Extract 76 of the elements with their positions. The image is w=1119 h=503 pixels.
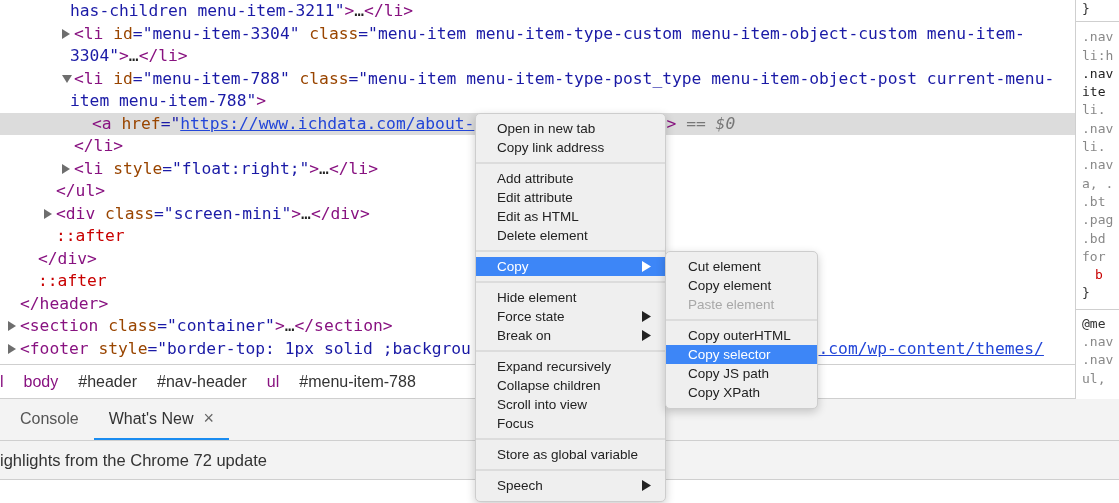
menu-item[interactable]: Copy selector	[666, 345, 817, 364]
style-rule-text: .nav	[1082, 119, 1115, 138]
triangle-right-icon[interactable]	[62, 163, 70, 174]
link[interactable]: https://www.ichdata.com/about-	[180, 113, 475, 133]
style-rule-text: .pag	[1082, 211, 1115, 230]
dom-node-line[interactable]: </ul>	[56, 180, 105, 203]
menu-item[interactable]: Add attribute	[476, 169, 665, 188]
style-rule-text: .nav	[1082, 64, 1115, 83]
menu-item[interactable]: Force state	[476, 307, 665, 326]
menu-item[interactable]: Edit as HTML	[476, 207, 665, 226]
dom-node-line[interactable]: <li id="menu-item-3304" class="menu-item menu-item-type-custom menu-item-object-custom menu-item-	[74, 22, 1025, 45]
style-rule-text: ul,	[1082, 369, 1107, 388]
menu-item[interactable]: Hide element	[476, 288, 665, 307]
dom-node-line[interactable]: 3304">…</li>	[70, 45, 188, 68]
menu-item[interactable]: Collapse children	[476, 376, 665, 395]
dom-node-line[interactable]: <section class="container">…</section>	[20, 315, 393, 338]
triangle-right-icon[interactable]	[44, 208, 52, 219]
dom-node-line[interactable]: <div class="screen-mini">…</div>	[56, 202, 370, 225]
menu-item[interactable]: Copy outerHTML	[666, 326, 817, 345]
dom-node-line[interactable]: <footer style="border-top: 1px solid ;backgrou	[20, 337, 471, 360]
menu-item[interactable]: Delete element	[476, 226, 665, 245]
style-rule-text: .bt	[1082, 192, 1107, 211]
menu-item[interactable]: Open in new tab	[476, 119, 665, 138]
style-rule-text: }	[1082, 284, 1091, 303]
menu-item[interactable]: Break on	[476, 326, 665, 345]
triangle-right-icon[interactable]	[62, 28, 70, 39]
style-rule-text: .nav	[1082, 28, 1115, 47]
dom-node-line[interactable]: <a href="https://www.ichdata.com/about-	[92, 112, 475, 135]
drawer-heading: ighlights from the Chrome 72 update	[0, 450, 267, 470]
style-rule-text: li:h	[1082, 46, 1115, 65]
style-rule-text: .nav	[1082, 351, 1115, 370]
close-icon[interactable]: ×	[203, 408, 215, 429]
style-rule-text: @me	[1082, 314, 1107, 333]
style-rule-text: .nav	[1082, 156, 1115, 175]
menu-item[interactable]: Edit attribute	[476, 188, 665, 207]
style-rule-text: li.	[1082, 138, 1107, 157]
dom-node-line[interactable]: <li style="float:right;">…</li>	[74, 157, 378, 180]
menu-item[interactable]: Cut element	[666, 257, 817, 276]
dom-node-line[interactable]: </header>	[20, 292, 109, 315]
menu-item[interactable]: Copy element	[666, 276, 817, 295]
link[interactable]: .com/wp-content/themes/	[818, 338, 1044, 358]
style-rule-text: for	[1082, 247, 1107, 266]
dom-node-line[interactable]: ::after	[56, 225, 125, 248]
menu-item[interactable]: Copy	[476, 257, 665, 276]
triangle-right-icon[interactable]	[8, 343, 16, 354]
dom-node-line[interactable]: <li id="menu-item-788" class="menu-item menu-item-type-post_type menu-item-object-post current-menu-	[74, 67, 1055, 90]
style-rule-text: .bd	[1082, 229, 1107, 248]
dom-node-line[interactable]: > == $0	[666, 112, 736, 135]
style-rule-text: ite	[1082, 83, 1107, 102]
breadcrumb-item[interactable]: #nav-header	[157, 372, 247, 391]
dom-node-line[interactable]: </div>	[38, 247, 97, 270]
menu-item[interactable]: Focus	[476, 414, 665, 433]
menu-item[interactable]: Expand recursively	[476, 357, 665, 376]
breadcrumb-item[interactable]: ul	[266, 372, 280, 391]
style-rule-text: }	[1082, 0, 1091, 18]
triangle-right-icon[interactable]	[8, 321, 16, 332]
style-rule-text: a, .	[1082, 174, 1115, 193]
dom-node-line[interactable]: has-children menu-item-3211">…</li>	[70, 0, 414, 23]
breadcrumb-item[interactable]: #header	[78, 372, 137, 391]
breadcrumb-item[interactable]: body	[23, 372, 59, 391]
breadcrumb-item[interactable]: l	[0, 372, 4, 391]
drawer-tab[interactable]: Console	[5, 399, 94, 440]
style-rule-text: .nav	[1082, 333, 1115, 352]
menu-item[interactable]: Store as global variable	[476, 445, 665, 464]
dom-node-line[interactable]: item menu-item-788">	[70, 90, 267, 113]
menu-item[interactable]: Speech	[476, 476, 665, 495]
menu-item[interactable]: Scroll into view	[476, 395, 665, 414]
menu-item[interactable]: Copy XPath	[666, 383, 817, 402]
menu-item[interactable]: Copy link address	[476, 138, 665, 157]
dom-node-line[interactable]: </li>	[74, 135, 123, 158]
menu-item[interactable]: Copy JS path	[666, 364, 817, 383]
style-rule-text: li.	[1082, 101, 1107, 120]
triangle-down-icon[interactable]	[62, 74, 72, 83]
breadcrumb-item[interactable]: #menu-item-788	[299, 372, 416, 391]
dom-node-line[interactable]: ::after	[38, 270, 107, 293]
style-rule-text: b	[1094, 266, 1104, 285]
